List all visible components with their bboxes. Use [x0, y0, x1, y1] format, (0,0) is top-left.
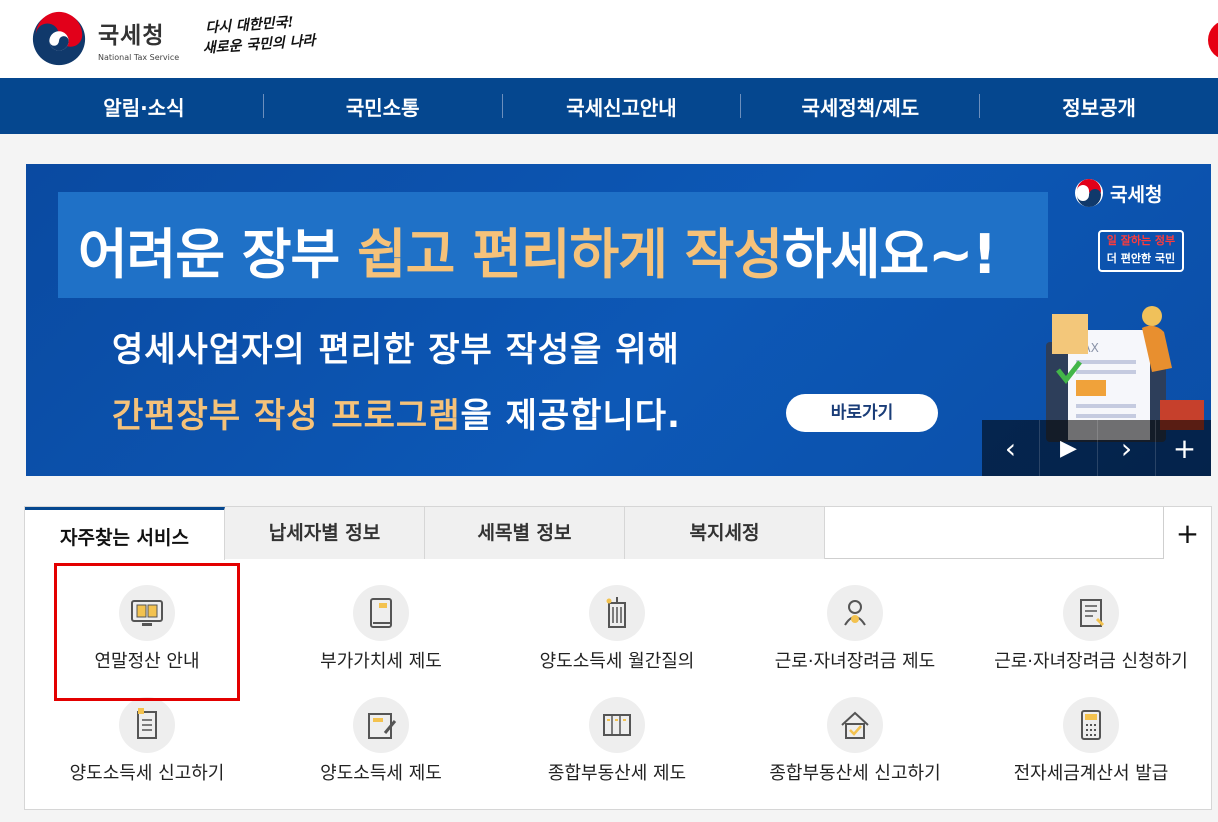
site-header: 국세청 National Tax Service 다시 대한민국! 새로운 국민… [0, 0, 1218, 78]
banner-title-highlight: 쉽고 편리하게 작성 [357, 223, 783, 286]
service-year-end-settlement[interactable]: 연말정산 안내 [37, 567, 257, 672]
slogan: 다시 대한민국! 새로운 국민의 나라 [202, 10, 337, 59]
building-icon [589, 585, 645, 641]
service-earned-income-credit[interactable]: 근로·자녀장려금 제도 [745, 567, 965, 672]
banner-subtitle-2: 간편장부 작성 프로그램을 제공합니다. [112, 388, 681, 437]
monitor-book-icon [119, 585, 175, 641]
service-label: 종합부동산세 신고하기 [769, 763, 941, 784]
house-check-icon [827, 697, 883, 753]
service-comprehensive-real-estate-tax-filing[interactable]: 종합부동산세 신고하기 [745, 679, 965, 784]
cabinet-icon [589, 697, 645, 753]
badge-line-1: 일 잘하는 정부 [1106, 234, 1176, 247]
tabs-more-icon[interactable]: + [1163, 507, 1211, 559]
service-label: 종합부동산세 제도 [547, 763, 687, 784]
service-label: 연말정산 안내 [94, 651, 200, 672]
banner-brand-name: 국세청 [1110, 183, 1163, 206]
service-label: 부가가치세 제도 [320, 651, 442, 672]
taegeuk-logo-icon [1075, 179, 1103, 207]
red-circle-icon[interactable] [1208, 20, 1218, 60]
logo-subtitle: National Tax Service [98, 53, 180, 62]
nts-logo[interactable]: 국세청 National Tax Service [30, 10, 179, 68]
tab-welfare-tax[interactable]: 복지세정 [625, 507, 825, 559]
nav-item-tax-policy[interactable]: 국세정책/제도 [741, 92, 979, 121]
service-capital-gains-filing[interactable]: 양도소득세 신고하기 [37, 679, 257, 784]
book-icon [353, 585, 409, 641]
banner-play-icon[interactable]: ▶ [1040, 420, 1098, 476]
service-comprehensive-real-estate-tax-system[interactable]: 종합부동산세 제도 [507, 679, 727, 784]
banner-subtitle-rest: 을 제공합니다. [460, 396, 681, 436]
banner-title-part-b: 하세요~! [782, 223, 997, 286]
service-label: 양도소득세 제도 [320, 763, 442, 784]
service-label: 근로·자녀장려금 제도 [774, 651, 936, 672]
people-icon [827, 585, 883, 641]
service-label: 양도소득세 월간질의 [539, 651, 695, 672]
nav-item-communication[interactable]: 국민소통 [264, 92, 502, 121]
service-vat-system[interactable]: 부가가치세 제도 [271, 567, 491, 672]
banner-more-icon[interactable]: + [1156, 420, 1211, 476]
document-pen-icon [1063, 585, 1119, 641]
banner-title-part-a: 어려운 장부 [78, 223, 357, 286]
logo-title: 국세청 [98, 23, 165, 49]
government-slogan-badge: 일 잘하는 정부 더 편안한 국민 [1098, 230, 1184, 272]
banner-go-button[interactable]: 바로가기 [786, 394, 938, 432]
service-e-tax-invoice[interactable]: 전자세금계산서 발급 [981, 679, 1201, 784]
banner-next-icon[interactable]: › [1098, 420, 1156, 476]
service-label: 근로·자녀장려금 신청하기 [994, 651, 1188, 672]
service-earned-income-credit-apply[interactable]: 근로·자녀장려금 신청하기 [981, 567, 1201, 672]
service-label: 양도소득세 신고하기 [69, 763, 225, 784]
nav-item-disclosure[interactable]: 정보공개 [980, 92, 1218, 121]
taegeuk-logo-icon [32, 11, 86, 66]
banner-prev-icon[interactable]: ‹ [982, 420, 1040, 476]
service-label: 전자세금계산서 발급 [1013, 763, 1169, 784]
service-capital-gains-system[interactable]: 양도소득세 제도 [271, 679, 491, 784]
banner-title: 어려운 장부 쉽고 편리하게 작성하세요~! [78, 210, 997, 289]
main-navigation: 알림·소식 국민소통 국세신고안내 국세정책/제도 정보공개 [0, 78, 1218, 134]
nav-item-news[interactable]: 알림·소식 [25, 92, 263, 121]
banner-controls: ‹ ▶ › + [982, 420, 1211, 476]
badge-line-2: 더 편안한 국민 [1106, 252, 1176, 265]
nav-item-tax-filing[interactable]: 국세신고안내 [503, 92, 741, 121]
banner-subtitle-highlight: 간편장부 작성 프로그램 [112, 396, 461, 436]
calculator-icon [1063, 697, 1119, 753]
tab-tax-item-info[interactable]: 세목별 정보 [425, 507, 625, 559]
banner-brand: 국세청 [1074, 178, 1162, 208]
document-icon [119, 697, 175, 753]
tab-frequent-services[interactable]: 자주찾는 서비스 [25, 507, 225, 560]
promo-banner[interactable]: 어려운 장부 쉽고 편리하게 작성하세요~! 영세사업자의 편리한 장부 작성을… [26, 164, 1211, 476]
tab-taxpayer-info[interactable]: 납세자별 정보 [225, 507, 425, 559]
notebook-pen-icon [353, 697, 409, 753]
service-tabs: 자주찾는 서비스 납세자별 정보 세목별 정보 복지세정 + [25, 507, 1211, 560]
service-capital-gains-monthly-qa[interactable]: 양도소득세 월간질의 [507, 567, 727, 672]
service-panel: 자주찾는 서비스 납세자별 정보 세목별 정보 복지세정 + 연말정산 안내 부… [24, 506, 1212, 810]
banner-subtitle-1: 영세사업자의 편리한 장부 작성을 위해 [112, 330, 680, 370]
